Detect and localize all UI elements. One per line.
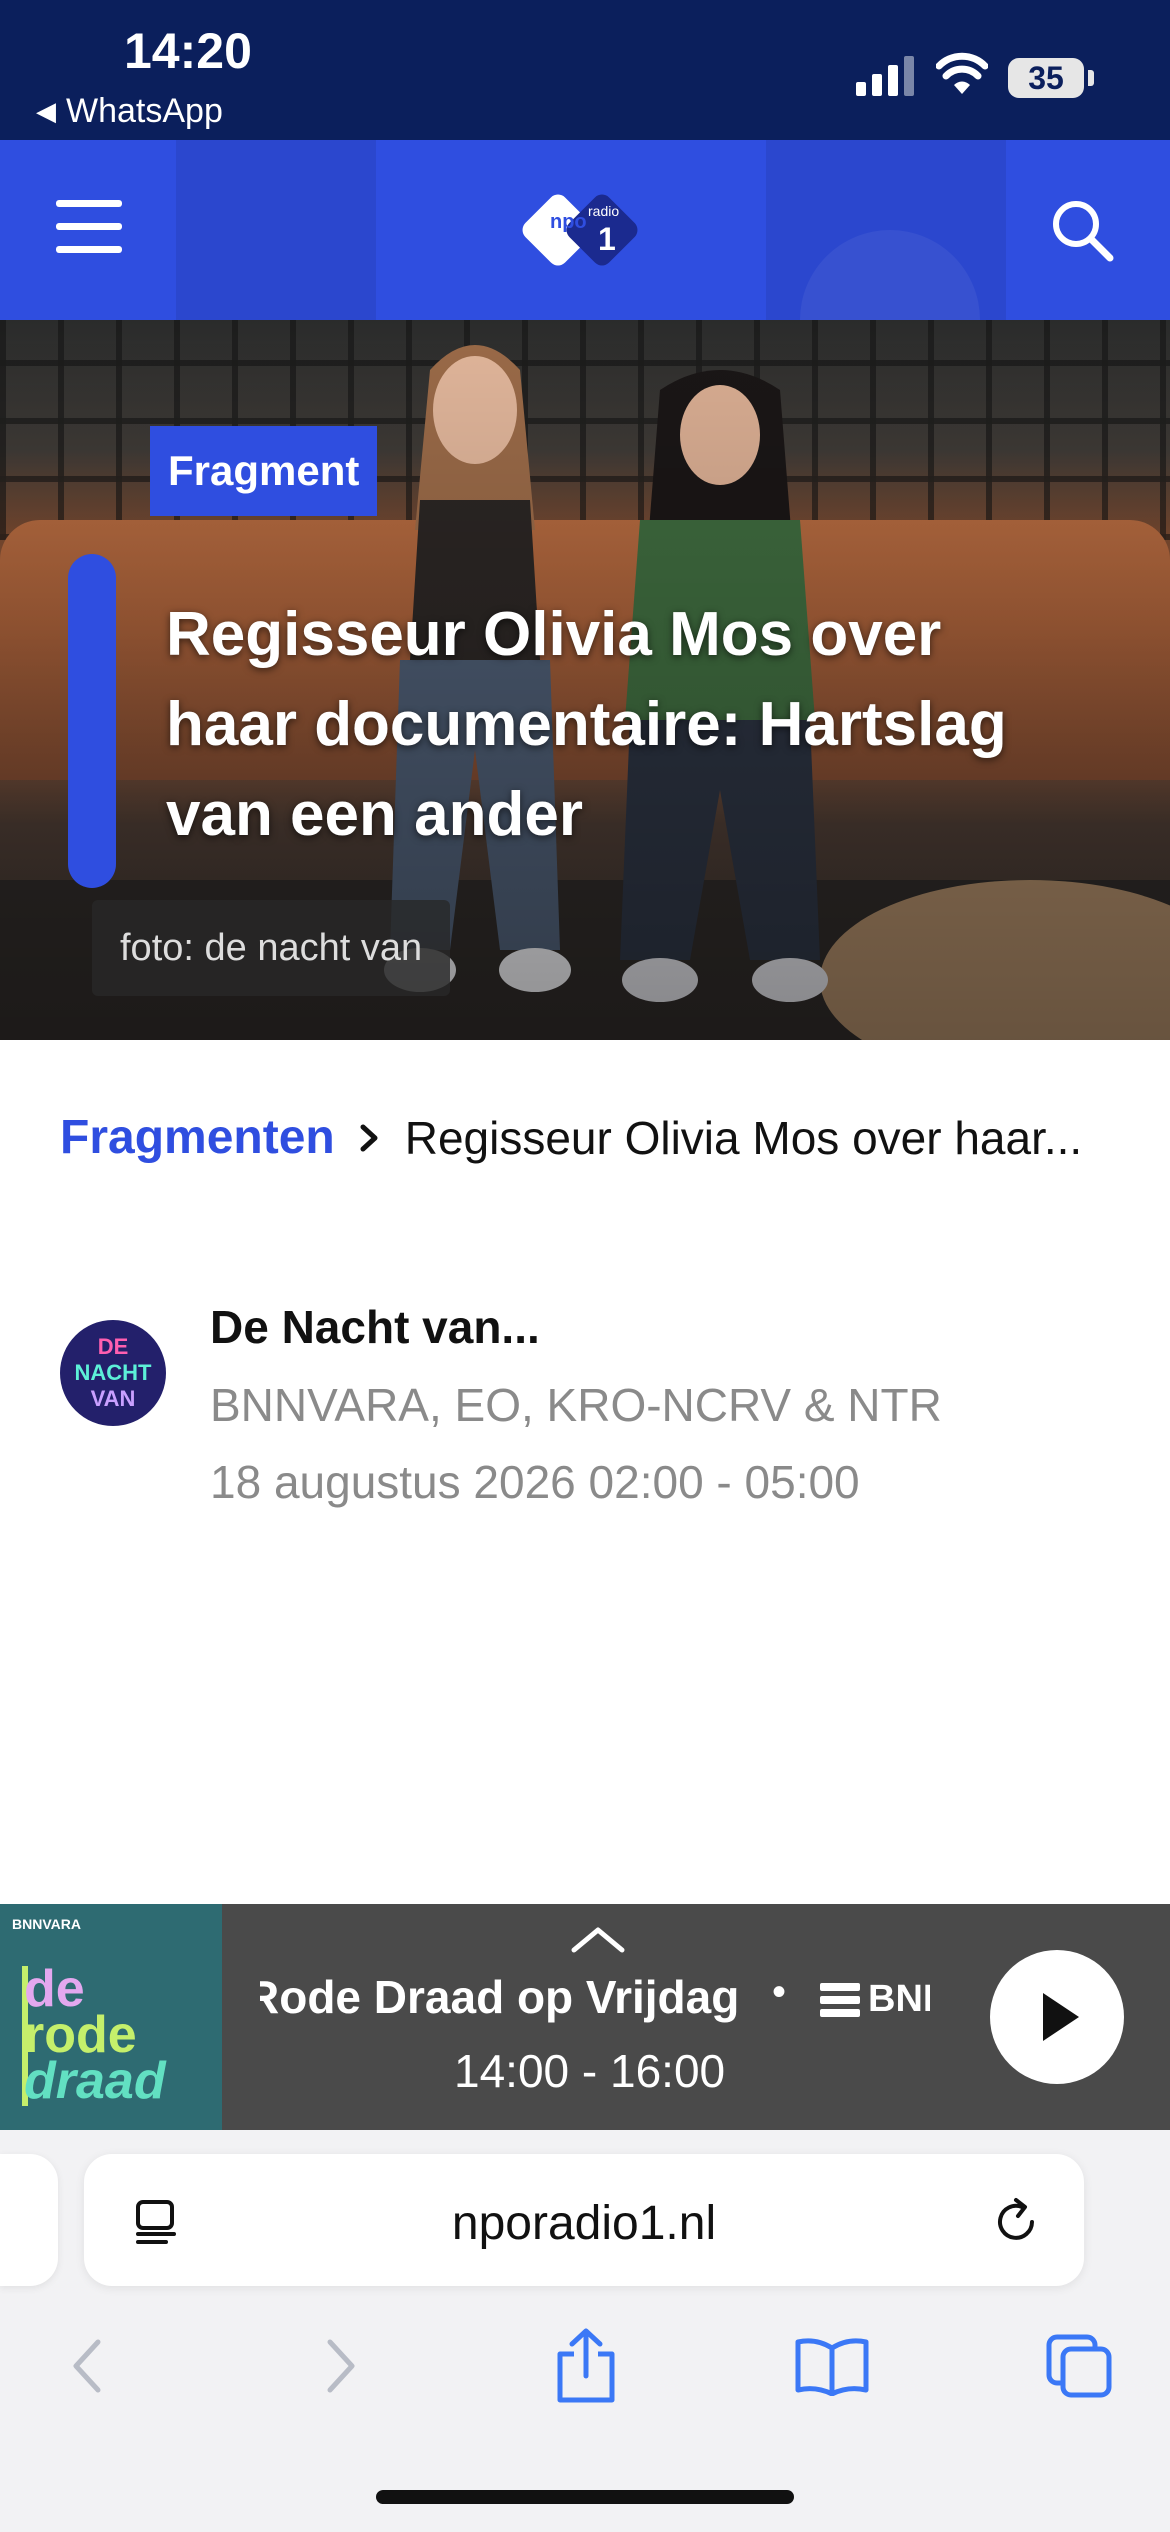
broadcaster-logo-text: BNN xyxy=(868,1978,930,2020)
chevron-right-icon xyxy=(360,1124,378,1151)
logo-radio-text: radio xyxy=(588,203,619,219)
status-bar: 14:20 ◀ WhatsApp 35 xyxy=(0,0,1170,140)
browser-nav-row xyxy=(0,2326,1170,2436)
avatar-text-2: NACHT xyxy=(74,1360,152,1385)
player-program-title: Rode Draad op Vrijdag xyxy=(260,1971,740,2023)
avatar-text-3: VAN xyxy=(90,1386,136,1411)
bookmarks-icon xyxy=(795,2338,869,2396)
battery-cap xyxy=(1088,70,1094,86)
forward-icon xyxy=(327,2339,355,2393)
hamburger-menu-icon[interactable] xyxy=(56,200,122,256)
breadcrumb-current: Regisseur Olivia Mos over haar... xyxy=(404,1111,1083,1164)
program-broadcasters: BNNVARA, EO, KRO-NCRV & NTR xyxy=(210,1379,942,1431)
broadcaster-logo-bars-icon xyxy=(820,1982,860,2017)
browser-toolbar: nporadio1.nl xyxy=(0,2130,1170,2532)
site-header: npo radio 1 xyxy=(0,140,1170,320)
thumbnail-brand: BNNVARA xyxy=(12,1916,81,1932)
previous-tab-edge[interactable] xyxy=(0,2154,58,2286)
play-button[interactable] xyxy=(990,1950,1124,2084)
player-separator: • xyxy=(772,1970,787,2014)
reload-icon[interactable] xyxy=(992,2196,1042,2246)
photo-credit: foto: de nacht van xyxy=(92,900,451,996)
page-title: Regisseur Olivia Mos over haar documenta… xyxy=(166,600,1007,849)
npo-radio1-logo[interactable]: npo radio 1 xyxy=(520,184,650,276)
category-tag: Fragment xyxy=(150,426,378,516)
breadcrumb: Fragmenten Regisseur Olivia Mos over haa… xyxy=(60,1110,1082,1165)
back-app-label: WhatsApp xyxy=(66,92,223,130)
chevron-up-icon[interactable] xyxy=(570,1924,626,1954)
logo-number-text: 1 xyxy=(598,221,616,257)
share-button[interactable] xyxy=(546,2326,626,2406)
back-triangle-icon: ◀ xyxy=(36,96,56,126)
bookmarks-button[interactable] xyxy=(792,2326,872,2406)
url-text[interactable]: nporadio1.nl xyxy=(84,2196,1084,2251)
thumbnail-logo-line-3: draad xyxy=(24,2052,166,2110)
share-icon xyxy=(557,2328,615,2403)
tabs-button[interactable] xyxy=(1040,2326,1120,2406)
avatar-text-1: DE xyxy=(97,1334,129,1359)
program-name-link[interactable]: De Nacht van... xyxy=(210,1300,540,1354)
header-decor xyxy=(176,140,376,320)
logo-npo-text: npo xyxy=(550,211,587,233)
search-icon[interactable] xyxy=(1048,196,1118,266)
breadcrumb-link-fragmenten[interactable]: Fragmenten xyxy=(60,1110,335,1165)
player-thumbnail: BNNVARA de rode draad xyxy=(0,1904,222,2130)
status-time: 14:20 xyxy=(124,23,252,79)
player-time: 14:00 - 16:00 xyxy=(454,2045,726,2097)
wifi-icon xyxy=(936,52,988,94)
play-icon xyxy=(1043,1993,1079,2041)
title-accent-bar xyxy=(68,554,116,888)
back-icon xyxy=(73,2339,101,2393)
broadcaster-logo: BNN xyxy=(820,1978,930,2021)
forward-button[interactable] xyxy=(300,2326,380,2406)
back-button[interactable] xyxy=(48,2326,128,2406)
player-title-marquee: Rode Draad op Vrijdag • BNN xyxy=(260,1964,930,2034)
program-time: 18 augustus 2026 02:00 - 05:00 xyxy=(210,1456,860,1508)
cellular-signal-icon xyxy=(856,56,914,96)
home-indicator xyxy=(376,2490,794,2504)
battery-indicator: 35 xyxy=(1008,58,1084,98)
program-avatar[interactable]: DE NACHT VAN xyxy=(60,1320,166,1426)
thumbnail-logo: de rode draad xyxy=(24,1963,166,2110)
hero-image: Fragment Regisseur Olivia Mos over haar … xyxy=(0,320,1170,1040)
address-bar[interactable]: nporadio1.nl xyxy=(84,2154,1084,2286)
tabs-icon xyxy=(1046,2334,1112,2398)
back-to-app-link[interactable]: ◀ WhatsApp xyxy=(36,92,223,131)
radio-mini-player[interactable]: BNNVARA de rode draad Rode Draad op Vrij… xyxy=(0,1904,1170,2130)
